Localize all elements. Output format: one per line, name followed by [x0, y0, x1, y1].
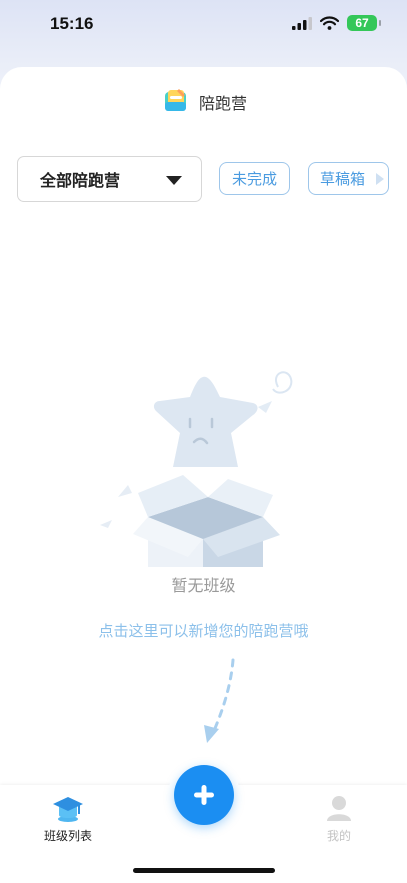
home-indicator — [133, 868, 275, 873]
play-arrow-icon — [376, 173, 384, 185]
main-card: 陪跑营 全部陪跑营 未完成 草稿箱 暂无班级 点击这里可以新增您的陪跑营哦 班级… — [0, 67, 407, 883]
signal-icon — [292, 16, 312, 30]
caret-down-icon — [166, 176, 182, 185]
battery-icon: 67 — [347, 15, 381, 31]
graduation-cap-icon — [53, 797, 83, 822]
tab-class-list[interactable]: 班级列表 — [23, 793, 113, 853]
drafts-label: 草稿箱 — [319, 170, 365, 188]
status-bar: 15:16 67 — [0, 0, 407, 50]
plus-icon — [194, 785, 214, 805]
camp-filter-dropdown[interactable]: 全部陪跑营 — [17, 156, 202, 202]
drafts-button[interactable]: 草稿箱 — [308, 162, 389, 195]
page-header: 陪跑营 — [0, 67, 407, 133]
page-title: 陪跑营 — [199, 94, 248, 113]
tab-class-list-label: 班级列表 — [43, 829, 92, 843]
dropdown-label: 全部陪跑营 — [40, 171, 121, 190]
tab-mine-label: 我的 — [326, 829, 351, 843]
add-camp-button[interactable] — [174, 765, 234, 825]
wifi-icon — [320, 16, 339, 30]
dashed-arrow-icon — [204, 658, 235, 743]
tab-mine[interactable]: 我的 — [294, 793, 384, 853]
empty-message: 暂无班级 — [171, 576, 236, 595]
empty-box-star-illustration — [100, 371, 293, 567]
status-icons: 67 — [292, 15, 381, 31]
add-camp-hint-link[interactable]: 点击这里可以新增您的陪跑营哦 — [0, 620, 407, 641]
user-icon — [327, 796, 351, 821]
unfinished-filter-button[interactable]: 未完成 — [219, 162, 290, 195]
status-time: 15:16 — [50, 14, 94, 33]
unfinished-label: 未完成 — [231, 170, 277, 188]
camp-book-icon — [165, 89, 186, 111]
